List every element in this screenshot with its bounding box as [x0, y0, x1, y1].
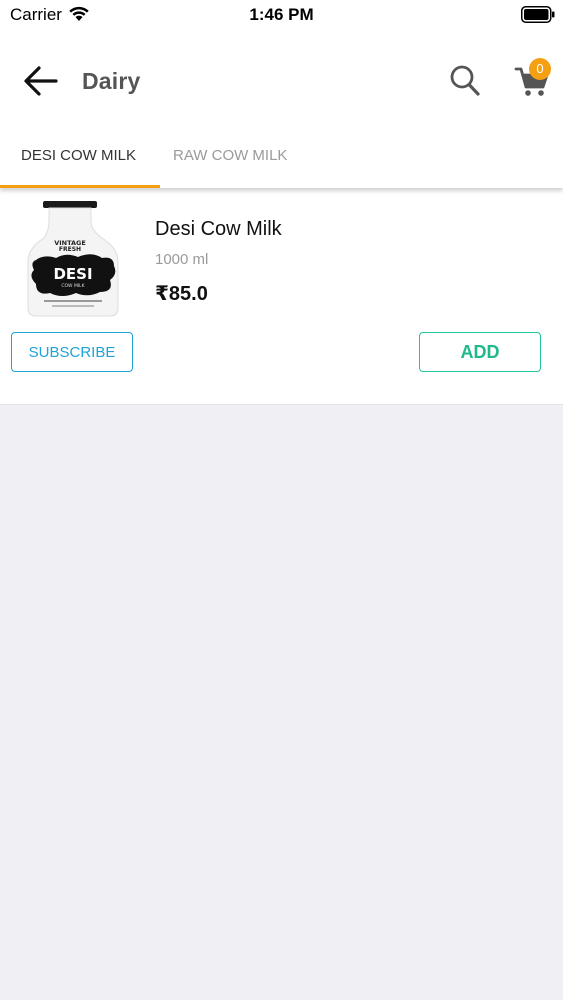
- image-brand-line2: FRESH: [59, 246, 81, 253]
- active-tab-indicator: [0, 185, 160, 188]
- tab-label: RAW COW MILK: [173, 147, 288, 164]
- cart-count-badge: 0: [529, 58, 551, 80]
- status-bar: Carrier 1:46 PM: [0, 0, 563, 30]
- tab-desi-cow-milk[interactable]: DESI COW MILK: [0, 130, 160, 188]
- back-arrow-icon[interactable]: [22, 64, 60, 98]
- tab-raw-cow-milk[interactable]: RAW COW MILK: [160, 130, 320, 188]
- cart-button[interactable]: 0: [511, 58, 557, 102]
- image-label: DESI: [53, 265, 92, 283]
- search-icon[interactable]: [449, 64, 481, 98]
- product-card: VINTAGE FRESH DESI COW MILK Desi Cow Mil…: [0, 188, 563, 405]
- battery-icon: [521, 6, 555, 23]
- product-price: ₹85.0: [155, 283, 208, 305]
- tab-label: DESI COW MILK: [21, 147, 137, 164]
- subscribe-button[interactable]: SUBSCRIBE: [11, 332, 133, 372]
- app-header: Dairy 0: [0, 30, 563, 130]
- product-image: VINTAGE FRESH DESI COW MILK: [27, 201, 119, 317]
- status-time: 1:46 PM: [249, 5, 314, 24]
- image-sublabel: COW MILK: [61, 283, 85, 289]
- page-title: Dairy: [82, 68, 141, 94]
- add-button[interactable]: ADD: [419, 332, 541, 372]
- product-name: Desi Cow Milk: [155, 218, 282, 240]
- product-quantity: 1000 ml: [155, 251, 209, 268]
- tab-bar: DESI COW MILK RAW COW MILK: [0, 130, 563, 188]
